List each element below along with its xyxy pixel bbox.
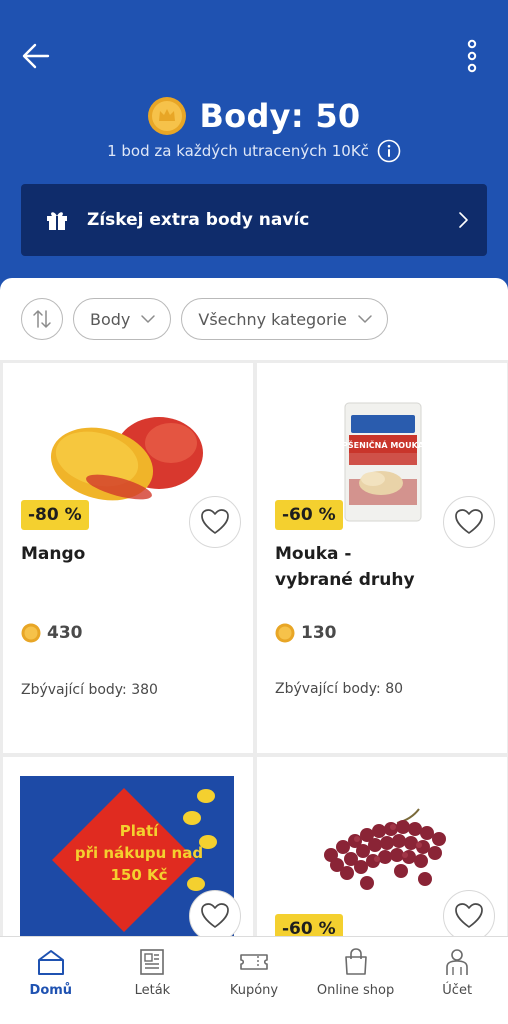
product-name: Mango — [21, 544, 86, 564]
points-filter-label: Body — [90, 309, 131, 329]
mango-image — [50, 417, 203, 501]
grapes-image — [324, 808, 446, 890]
favorite-button[interactable] — [189, 890, 241, 938]
remaining-points: Zbývající body: 380 — [21, 682, 158, 698]
nav-item-account[interactable]: Účet — [406, 937, 508, 1024]
chevron-right-icon — [459, 212, 468, 228]
heart-icon — [455, 509, 483, 534]
nav-item-home[interactable]: Domů — [0, 937, 102, 1024]
nav-label-home: Domů — [29, 983, 73, 998]
promo-line2: při nákupu nad — [74, 844, 204, 862]
coin-icon — [21, 623, 41, 643]
nav-label-leaflet: Leták — [134, 983, 171, 998]
discount-badge: -60 % — [275, 500, 343, 530]
points-subtitle: 1 bod za každých utracených 10Kč — [107, 142, 369, 160]
arrow-left-icon — [22, 43, 50, 69]
sort-arrows-icon — [33, 310, 51, 328]
points-header: Body: 50 1 bod za každých utracených 10K… — [0, 0, 508, 300]
sort-button[interactable] — [21, 298, 63, 340]
points-title: Body: 50 — [199, 97, 361, 135]
points-subtitle-row: 1 bod za každých utracených 10Kč — [0, 138, 508, 164]
category-filter-chip[interactable]: Všechny kategorie — [181, 298, 388, 340]
home-icon — [37, 950, 64, 975]
promo-line3: 150 Kč — [110, 866, 168, 884]
product-name: Mouka - vybrané druhy — [275, 541, 485, 593]
more-options-button[interactable] — [452, 36, 492, 76]
remaining-points: Zbývající body: 80 — [275, 681, 404, 697]
category-filter-label: Všechny kategorie — [198, 309, 347, 329]
nav-item-leaflet[interactable]: Leták — [102, 937, 204, 1024]
points-cost-value: 430 — [47, 623, 83, 643]
bottom-navigation: Domů Leták Kupóny Online shop Účet — [0, 936, 508, 1024]
chevron-down-icon — [141, 315, 156, 323]
product-points-cost: 130 — [275, 621, 337, 645]
nav-item-coupons[interactable]: Kupóny — [203, 937, 305, 1024]
coin-crown-icon — [148, 97, 187, 135]
promo-text: Platí při nákupu nad 150 Kč — [64, 820, 214, 886]
rewards-content: Body Všechny kategorie -80 % Mango 430 Z… — [0, 278, 508, 938]
heart-icon — [201, 903, 229, 928]
more-vertical-icon — [467, 39, 477, 73]
product-card-promo[interactable]: Platí při nákupu nad 150 Kč — [3, 757, 253, 938]
favorite-button[interactable] — [443, 890, 495, 938]
gift-icon — [47, 212, 67, 230]
discount-badge: -80 % — [21, 500, 89, 530]
points-filter-chip[interactable]: Body — [73, 298, 172, 340]
user-icon — [446, 949, 468, 975]
nav-item-online-shop[interactable]: Online shop — [305, 937, 407, 1024]
product-card-mango[interactable]: -80 % Mango 430 Zbývající body: 380 — [3, 363, 253, 753]
nav-label-online-shop: Online shop — [316, 983, 395, 998]
leaflet-icon — [140, 949, 165, 975]
svg-text:PŠENIČNÁ MOUKA: PŠENIČNÁ MOUKA — [343, 439, 423, 450]
coupon-icon — [240, 954, 268, 970]
product-name-line2: vybrané druhy — [275, 570, 415, 590]
extra-points-label: Získej extra body navíc — [87, 210, 310, 230]
back-button[interactable] — [16, 36, 56, 76]
filter-bar: Body Všechny kategorie — [0, 278, 508, 360]
nav-label-account: Účet — [442, 983, 473, 998]
product-points-cost: 430 — [21, 621, 83, 645]
extra-points-banner[interactable]: Získej extra body navíc — [21, 184, 487, 256]
flour-package-image: PŠENIČNÁ MOUKA — [343, 402, 423, 522]
heart-icon — [201, 509, 229, 534]
heart-icon — [455, 903, 483, 928]
shopping-bag-icon — [344, 948, 367, 975]
product-card-grapes[interactable]: -60 % — [257, 757, 507, 938]
chevron-down-icon — [358, 315, 372, 323]
points-cost-value: 130 — [301, 623, 337, 643]
promo-line1: Platí — [119, 822, 159, 840]
points-balance: Body: 50 — [0, 92, 508, 140]
discount-badge: -60 % — [275, 914, 343, 938]
product-card-flour[interactable]: PŠENIČNÁ MOUKA -60 % Mouka - vybrané dru… — [257, 363, 507, 753]
nav-label-coupons: Kupóny — [229, 983, 279, 998]
product-name-line1: Mouka - — [275, 544, 352, 564]
coin-icon — [275, 623, 295, 643]
info-icon[interactable] — [377, 139, 401, 163]
